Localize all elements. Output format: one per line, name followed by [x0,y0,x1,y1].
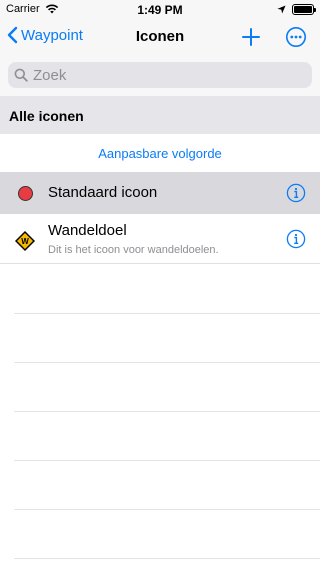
hiking-sign-icon: W [15,231,35,251]
empty-row-separator [14,509,320,510]
list-item-standaard-icoon[interactable]: Standaard icoon [0,172,320,214]
empty-row-separator [14,558,320,559]
list-item-title: Standaard icoon [48,184,158,201]
plus-icon [242,28,260,46]
add-button[interactable] [240,26,262,48]
custom-order-button[interactable]: Aanpasbare volgorde [0,134,320,172]
search-field[interactable] [8,62,312,88]
empty-row-separator [14,460,320,461]
svg-text:W: W [21,237,29,246]
location-arrow-icon [277,5,286,14]
list-item-wandeldoel[interactable]: W Wandeldoel Dit is het icoon voor wande… [0,214,320,264]
search-area [0,56,320,96]
battery-icon [292,4,316,15]
navigation-bar: Waypoint Iconen [0,20,320,56]
list-item-subtitle: Dit is het icoon voor wandeldoelen. [48,244,219,256]
status-right [277,4,316,15]
info-icon[interactable] [286,229,306,249]
empty-row-separator [14,313,320,314]
search-icon [14,68,28,82]
empty-row-separator [14,411,320,412]
more-button[interactable] [285,26,307,48]
info-icon[interactable] [286,183,306,203]
list-item-title: Wandeldoel [48,222,127,239]
search-input[interactable] [33,66,293,84]
status-time: 1:49 PM [137,3,183,17]
section-title: Alle iconen [9,108,84,124]
status-bar: Carrier 1:49 PM [0,0,320,20]
back-button[interactable]: Waypoint [7,26,83,44]
section-header: Alle iconen [0,96,320,134]
empty-row-separator [14,362,320,363]
back-button-label: Waypoint [21,26,83,44]
ellipsis-circle-icon [286,27,306,47]
chevron-left-icon [7,26,18,44]
battery-fill [294,6,312,13]
custom-order-label: Aanpasbare volgorde [98,146,222,161]
red-circle-icon [18,186,33,201]
